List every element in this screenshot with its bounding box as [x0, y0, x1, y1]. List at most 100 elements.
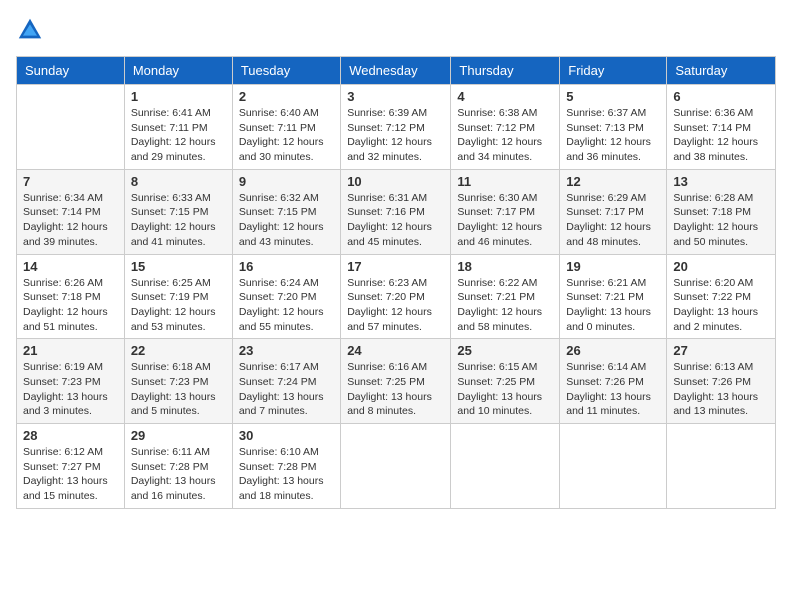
day-info: Sunrise: 6:12 AM Sunset: 7:27 PM Dayligh…: [23, 445, 118, 504]
calendar-cell: 15 Sunrise: 6:25 AM Sunset: 7:19 PM Dayli…: [124, 254, 232, 339]
day-info: Sunrise: 6:28 AM Sunset: 7:18 PM Dayligh…: [673, 191, 769, 250]
calendar-cell: 1 Sunrise: 6:41 AM Sunset: 7:11 PM Daylig…: [124, 85, 232, 170]
calendar-cell: [17, 85, 125, 170]
day-number: 7: [23, 174, 118, 189]
day-info: Sunrise: 6:16 AM Sunset: 7:25 PM Dayligh…: [347, 360, 444, 419]
calendar-cell: [451, 424, 560, 509]
day-number: 26: [566, 343, 660, 358]
day-number: 24: [347, 343, 444, 358]
day-number: 15: [131, 259, 226, 274]
calendar-table: SundayMondayTuesdayWednesdayThursdayFrid…: [16, 56, 776, 509]
calendar-cell: [667, 424, 776, 509]
day-number: 2: [239, 89, 334, 104]
calendar-cell: 7 Sunrise: 6:34 AM Sunset: 7:14 PM Daylig…: [17, 169, 125, 254]
calendar-cell: [560, 424, 667, 509]
day-info: Sunrise: 6:38 AM Sunset: 7:12 PM Dayligh…: [457, 106, 553, 165]
day-number: 21: [23, 343, 118, 358]
calendar-cell: 26 Sunrise: 6:14 AM Sunset: 7:26 PM Dayli…: [560, 339, 667, 424]
calendar-week-row: 7 Sunrise: 6:34 AM Sunset: 7:14 PM Daylig…: [17, 169, 776, 254]
day-number: 23: [239, 343, 334, 358]
day-info: Sunrise: 6:20 AM Sunset: 7:22 PM Dayligh…: [673, 276, 769, 335]
day-info: Sunrise: 6:22 AM Sunset: 7:21 PM Dayligh…: [457, 276, 553, 335]
calendar-cell: 25 Sunrise: 6:15 AM Sunset: 7:25 PM Dayli…: [451, 339, 560, 424]
calendar-cell: 16 Sunrise: 6:24 AM Sunset: 7:20 PM Dayli…: [232, 254, 340, 339]
calendar-header-row: SundayMondayTuesdayWednesdayThursdayFrid…: [17, 57, 776, 85]
logo-icon: [16, 16, 44, 44]
day-info: Sunrise: 6:24 AM Sunset: 7:20 PM Dayligh…: [239, 276, 334, 335]
calendar-cell: 2Sunrise: 6:40 AM Sunset: 7:11 PM Daylig…: [232, 85, 340, 170]
calendar-cell: 8 Sunrise: 6:33 AM Sunset: 7:15 PM Daylig…: [124, 169, 232, 254]
day-info: Sunrise: 6:11 AM Sunset: 7:28 PM Dayligh…: [131, 445, 226, 504]
day-number: 19: [566, 259, 660, 274]
day-number: 10: [347, 174, 444, 189]
day-info: Sunrise: 6:13 AM Sunset: 7:26 PM Dayligh…: [673, 360, 769, 419]
day-info: Sunrise: 6:41 AM Sunset: 7:11 PM Dayligh…: [131, 106, 226, 165]
day-number: 28: [23, 428, 118, 443]
calendar-week-row: 21 Sunrise: 6:19 AM Sunset: 7:23 PM Dayli…: [17, 339, 776, 424]
day-info: Sunrise: 6:29 AM Sunset: 7:17 PM Dayligh…: [566, 191, 660, 250]
day-number: 20: [673, 259, 769, 274]
calendar-cell: 28 Sunrise: 6:12 AM Sunset: 7:27 PM Dayli…: [17, 424, 125, 509]
day-number: 3: [347, 89, 444, 104]
day-info: Sunrise: 6:33 AM Sunset: 7:15 PM Dayligh…: [131, 191, 226, 250]
calendar-cell: 12Sunrise: 6:29 AM Sunset: 7:17 PM Dayli…: [560, 169, 667, 254]
day-info: Sunrise: 6:34 AM Sunset: 7:14 PM Dayligh…: [23, 191, 118, 250]
weekday-header: Tuesday: [232, 57, 340, 85]
calendar-cell: 3 Sunrise: 6:39 AM Sunset: 7:12 PM Daylig…: [341, 85, 451, 170]
calendar-cell: 21 Sunrise: 6:19 AM Sunset: 7:23 PM Dayli…: [17, 339, 125, 424]
page-header: [16, 16, 776, 44]
calendar-cell: 30 Sunrise: 6:10 AM Sunset: 7:28 PM Dayli…: [232, 424, 340, 509]
day-info: Sunrise: 6:14 AM Sunset: 7:26 PM Dayligh…: [566, 360, 660, 419]
day-info: Sunrise: 6:15 AM Sunset: 7:25 PM Dayligh…: [457, 360, 553, 419]
calendar-week-row: 1 Sunrise: 6:41 AM Sunset: 7:11 PM Daylig…: [17, 85, 776, 170]
calendar-cell: 29 Sunrise: 6:11 AM Sunset: 7:28 PM Dayli…: [124, 424, 232, 509]
day-info: Sunrise: 6:36 AM Sunset: 7:14 PM Dayligh…: [673, 106, 769, 165]
day-info: Sunrise: 6:18 AM Sunset: 7:23 PM Dayligh…: [131, 360, 226, 419]
day-number: 27: [673, 343, 769, 358]
day-number: 22: [131, 343, 226, 358]
day-info: Sunrise: 6:26 AM Sunset: 7:18 PM Dayligh…: [23, 276, 118, 335]
calendar-cell: 20 Sunrise: 6:20 AM Sunset: 7:22 PM Dayli…: [667, 254, 776, 339]
calendar-cell: 17 Sunrise: 6:23 AM Sunset: 7:20 PM Dayli…: [341, 254, 451, 339]
day-number: 1: [131, 89, 226, 104]
day-number: 17: [347, 259, 444, 274]
calendar-cell: 9 Sunrise: 6:32 AM Sunset: 7:15 PM Daylig…: [232, 169, 340, 254]
day-number: 14: [23, 259, 118, 274]
day-info: Sunrise: 6:30 AM Sunset: 7:17 PM Dayligh…: [457, 191, 553, 250]
day-info: Sunrise: 6:31 AM Sunset: 7:16 PM Dayligh…: [347, 191, 444, 250]
weekday-header: Friday: [560, 57, 667, 85]
calendar-week-row: 28 Sunrise: 6:12 AM Sunset: 7:27 PM Dayli…: [17, 424, 776, 509]
calendar-cell: 10 Sunrise: 6:31 AM Sunset: 7:16 PM Dayli…: [341, 169, 451, 254]
day-number: 11: [457, 174, 553, 189]
day-number: 30: [239, 428, 334, 443]
day-info: Sunrise: 6:21 AM Sunset: 7:21 PM Dayligh…: [566, 276, 660, 335]
day-info: Sunrise: 6:10 AM Sunset: 7:28 PM Dayligh…: [239, 445, 334, 504]
day-info: Sunrise: 6:19 AM Sunset: 7:23 PM Dayligh…: [23, 360, 118, 419]
day-number: 4: [457, 89, 553, 104]
day-number: 16: [239, 259, 334, 274]
day-number: 5: [566, 89, 660, 104]
day-number: 25: [457, 343, 553, 358]
day-info: Sunrise: 6:39 AM Sunset: 7:12 PM Dayligh…: [347, 106, 444, 165]
calendar-cell: 22 Sunrise: 6:18 AM Sunset: 7:23 PM Dayli…: [124, 339, 232, 424]
calendar-cell: 5Sunrise: 6:37 AM Sunset: 7:13 PM Daylig…: [560, 85, 667, 170]
weekday-header: Wednesday: [341, 57, 451, 85]
calendar-cell: 6Sunrise: 6:36 AM Sunset: 7:14 PM Daylig…: [667, 85, 776, 170]
day-number: 8: [131, 174, 226, 189]
calendar-cell: 18 Sunrise: 6:22 AM Sunset: 7:21 PM Dayli…: [451, 254, 560, 339]
day-number: 9: [239, 174, 334, 189]
calendar-cell: 13Sunrise: 6:28 AM Sunset: 7:18 PM Dayli…: [667, 169, 776, 254]
weekday-header: Thursday: [451, 57, 560, 85]
calendar-week-row: 14 Sunrise: 6:26 AM Sunset: 7:18 PM Dayli…: [17, 254, 776, 339]
calendar-cell: 27 Sunrise: 6:13 AM Sunset: 7:26 PM Dayli…: [667, 339, 776, 424]
weekday-header: Saturday: [667, 57, 776, 85]
day-info: Sunrise: 6:23 AM Sunset: 7:20 PM Dayligh…: [347, 276, 444, 335]
day-number: 29: [131, 428, 226, 443]
calendar-cell: 11 Sunrise: 6:30 AM Sunset: 7:17 PM Dayli…: [451, 169, 560, 254]
day-number: 18: [457, 259, 553, 274]
day-info: Sunrise: 6:32 AM Sunset: 7:15 PM Dayligh…: [239, 191, 334, 250]
calendar-cell: 4 Sunrise: 6:38 AM Sunset: 7:12 PM Daylig…: [451, 85, 560, 170]
day-info: Sunrise: 6:25 AM Sunset: 7:19 PM Dayligh…: [131, 276, 226, 335]
weekday-header: Monday: [124, 57, 232, 85]
calendar-cell: 23Sunrise: 6:17 AM Sunset: 7:24 PM Dayli…: [232, 339, 340, 424]
